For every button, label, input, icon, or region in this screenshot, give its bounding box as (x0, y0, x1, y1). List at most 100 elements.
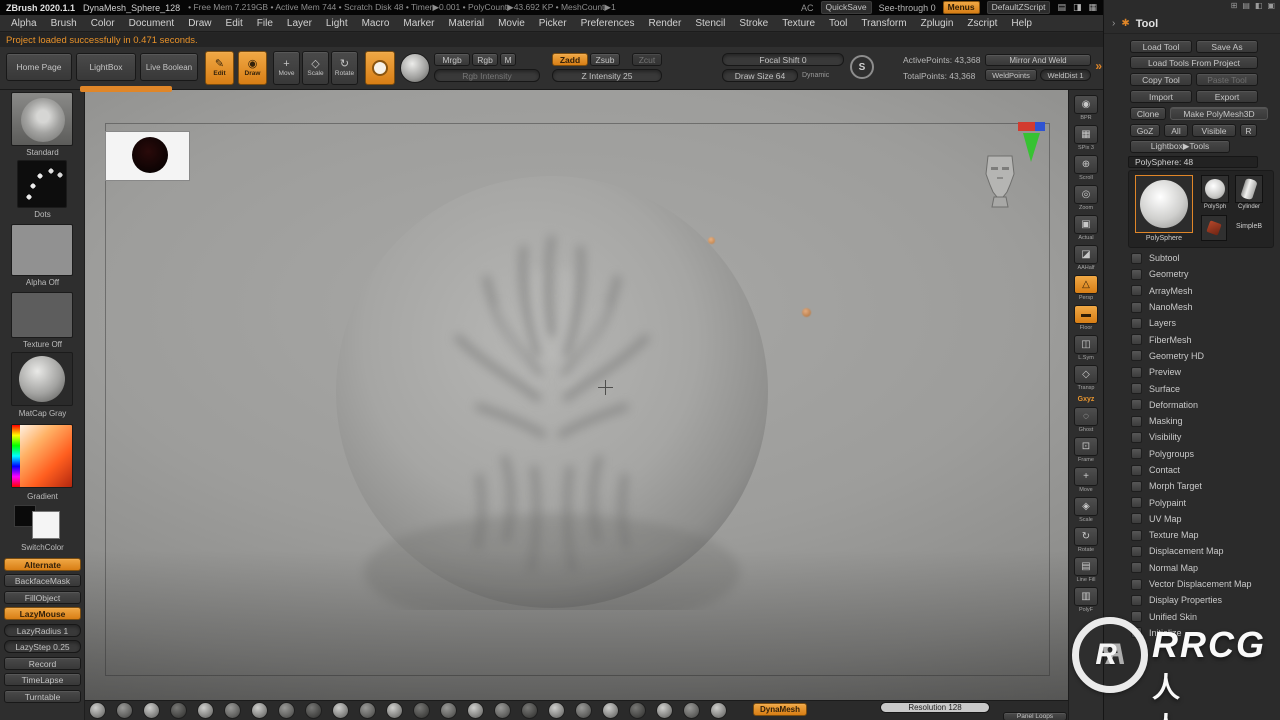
tray-thumbnail[interactable] (278, 702, 295, 719)
menu-item-texture[interactable]: Texture (775, 18, 822, 29)
rgb-button[interactable]: Rgb (472, 53, 498, 66)
tool-section-uv-map[interactable]: UV Map (1104, 511, 1280, 527)
gxyz-button[interactable]: Gxyz (1078, 395, 1095, 403)
menu-item-help[interactable]: Help (1004, 18, 1039, 29)
secondary-color-swatch[interactable] (32, 511, 60, 539)
active-tool-thumbnail[interactable] (1135, 175, 1193, 233)
time-lapse-button[interactable]: TimeLapse (4, 673, 81, 686)
tool-section-visibility[interactable]: Visibility (1104, 429, 1280, 445)
menu-item-marker[interactable]: Marker (396, 18, 441, 29)
tool-section-vector-displacement-map[interactable]: Vector Displacement Map (1104, 576, 1280, 592)
weld-dist-slider[interactable]: WeldDist 1 (1040, 69, 1091, 81)
tray-thumbnail[interactable] (197, 702, 214, 719)
tray-thumbnail[interactable] (521, 702, 538, 719)
rotate-3d-button[interactable]: ↻ Rotate (1074, 527, 1098, 553)
zoom-button[interactable]: ◎ Zoom (1074, 185, 1098, 211)
weld-points-button[interactable]: WeldPoints (985, 69, 1037, 81)
panel-top-icon-4[interactable]: ▣ (1267, 1, 1275, 10)
material-thumbnail[interactable] (11, 352, 73, 406)
tool-section-fibermesh[interactable]: FiberMesh (1104, 331, 1280, 347)
menu-item-alpha[interactable]: Alpha (4, 18, 44, 29)
lightbox-button[interactable]: LightBox (76, 53, 136, 81)
paste-tool-button[interactable]: Paste Tool (1196, 73, 1258, 86)
import-button[interactable]: Import (1130, 90, 1192, 103)
move-3d-button[interactable]: + Move (1074, 467, 1098, 493)
menus-button[interactable]: Menus (942, 1, 980, 14)
texture-thumbnail[interactable] (11, 292, 73, 338)
backface-mask-button[interactable]: BackfaceMask (4, 574, 81, 587)
load-tools-from-project-button[interactable]: Load Tools From Project (1130, 56, 1258, 69)
sculpt-viewport[interactable] (85, 90, 1068, 700)
current-brush-button[interactable] (365, 51, 395, 85)
tool-thumbnail-cylinder[interactable] (1235, 175, 1263, 203)
tool-thumbnail-simpleb[interactable] (1201, 215, 1227, 241)
menu-item-document[interactable]: Document (122, 18, 182, 29)
menu-item-transform[interactable]: Transform (854, 18, 913, 29)
tool-section-subtool[interactable]: Subtool (1104, 250, 1280, 266)
tray-thumbnail[interactable] (413, 702, 430, 719)
rgb-intensity-slider[interactable]: Rgb Intensity (434, 69, 540, 82)
tool-section-polypaint[interactable]: Polypaint (1104, 494, 1280, 510)
alpha-thumbnail[interactable] (11, 224, 73, 276)
tray-thumbnail[interactable] (548, 702, 565, 719)
menu-item-edit[interactable]: Edit (219, 18, 250, 29)
move-button[interactable]: + Move (273, 51, 300, 85)
tool-section-geometry[interactable]: Geometry (1104, 266, 1280, 282)
tray-thumbnail[interactable] (656, 702, 673, 719)
tray-thumbnail[interactable] (116, 702, 133, 719)
perspective-button[interactable]: △ Persp (1074, 275, 1098, 301)
menu-item-zscript[interactable]: Zscript (960, 18, 1004, 29)
tool-section-morph-target[interactable]: Morph Target (1104, 478, 1280, 494)
tool-section-polygroups[interactable]: Polygroups (1104, 446, 1280, 462)
record-button[interactable]: Record (4, 657, 81, 670)
scale-button[interactable]: ◇ Scale (302, 51, 329, 85)
edit-button[interactable]: ✎ Edit (205, 51, 234, 85)
goz-all-button[interactable]: All (1164, 124, 1188, 137)
zadd-button[interactable]: Zadd (552, 53, 588, 66)
make-polymesh3d-button[interactable]: Make PolyMesh3D (1170, 107, 1268, 120)
tray-thumbnail[interactable] (629, 702, 646, 719)
menu-item-material[interactable]: Material (442, 18, 492, 29)
menu-item-render[interactable]: Render (642, 18, 689, 29)
tool-section-deformation[interactable]: Deformation (1104, 397, 1280, 413)
menu-item-color[interactable]: Color (84, 18, 122, 29)
tray-thumbnail[interactable] (170, 702, 187, 719)
zcut-button[interactable]: Zcut (632, 53, 662, 66)
tray-thumbnail[interactable] (143, 702, 160, 719)
bpr-render-button[interactable]: ◉ BPR (1074, 95, 1098, 121)
axis-gizmo[interactable] (1017, 120, 1047, 166)
panel-top-icon-2[interactable]: ▤ (1242, 1, 1250, 10)
quicksave-button[interactable]: QuickSave (820, 1, 872, 14)
tray-thumbnail[interactable] (386, 702, 403, 719)
live-boolean-button[interactable]: Live Boolean (140, 53, 198, 81)
rotate-button[interactable]: ↻ Rotate (331, 51, 358, 85)
tray-thumbnail[interactable] (89, 702, 106, 719)
scale-3d-button[interactable]: ◈ Scale (1074, 497, 1098, 523)
menu-item-stroke[interactable]: Stroke (732, 18, 775, 29)
menu-item-tool[interactable]: Tool (822, 18, 854, 29)
panel-loops-button[interactable]: Panel Loops (1003, 712, 1067, 720)
menu-item-draw[interactable]: Draw (181, 18, 218, 29)
local-symmetry-button[interactable]: ◫ L.Sym (1074, 335, 1098, 361)
panel-icon[interactable]: ◨ (1073, 2, 1082, 13)
home-page-button[interactable]: Home Page (6, 53, 72, 81)
clone-button[interactable]: Clone (1130, 107, 1166, 120)
panel-top-icon-3[interactable]: ◧ (1255, 1, 1263, 10)
stroke-thumbnail[interactable] (17, 160, 67, 208)
menu-item-movie[interactable]: Movie (491, 18, 532, 29)
tray-thumbnail[interactable] (575, 702, 592, 719)
fill-object-button[interactable]: FillObject (4, 591, 81, 604)
line-fill-button[interactable]: ▤ Line Fill (1074, 557, 1098, 583)
tool-thumbnail-polysphere[interactable] (1201, 175, 1229, 203)
shelf-expand-icon[interactable]: » (1095, 59, 1102, 73)
tool-section-arraymesh[interactable]: ArrayMesh (1104, 283, 1280, 299)
tool-section-normal-map[interactable]: Normal Map (1104, 560, 1280, 576)
menu-item-macro[interactable]: Macro (355, 18, 397, 29)
menu-item-brush[interactable]: Brush (44, 18, 84, 29)
frame-button[interactable]: ⊡ Frame (1074, 437, 1098, 463)
tray-thumbnail[interactable] (683, 702, 700, 719)
color-picker[interactable] (11, 424, 73, 488)
spix-button[interactable]: ▦ SPix 3 (1074, 125, 1098, 151)
scroll-button[interactable]: ⊕ Scroll (1074, 155, 1098, 181)
z-intensity-slider[interactable]: Z Intensity 25 (552, 69, 662, 82)
